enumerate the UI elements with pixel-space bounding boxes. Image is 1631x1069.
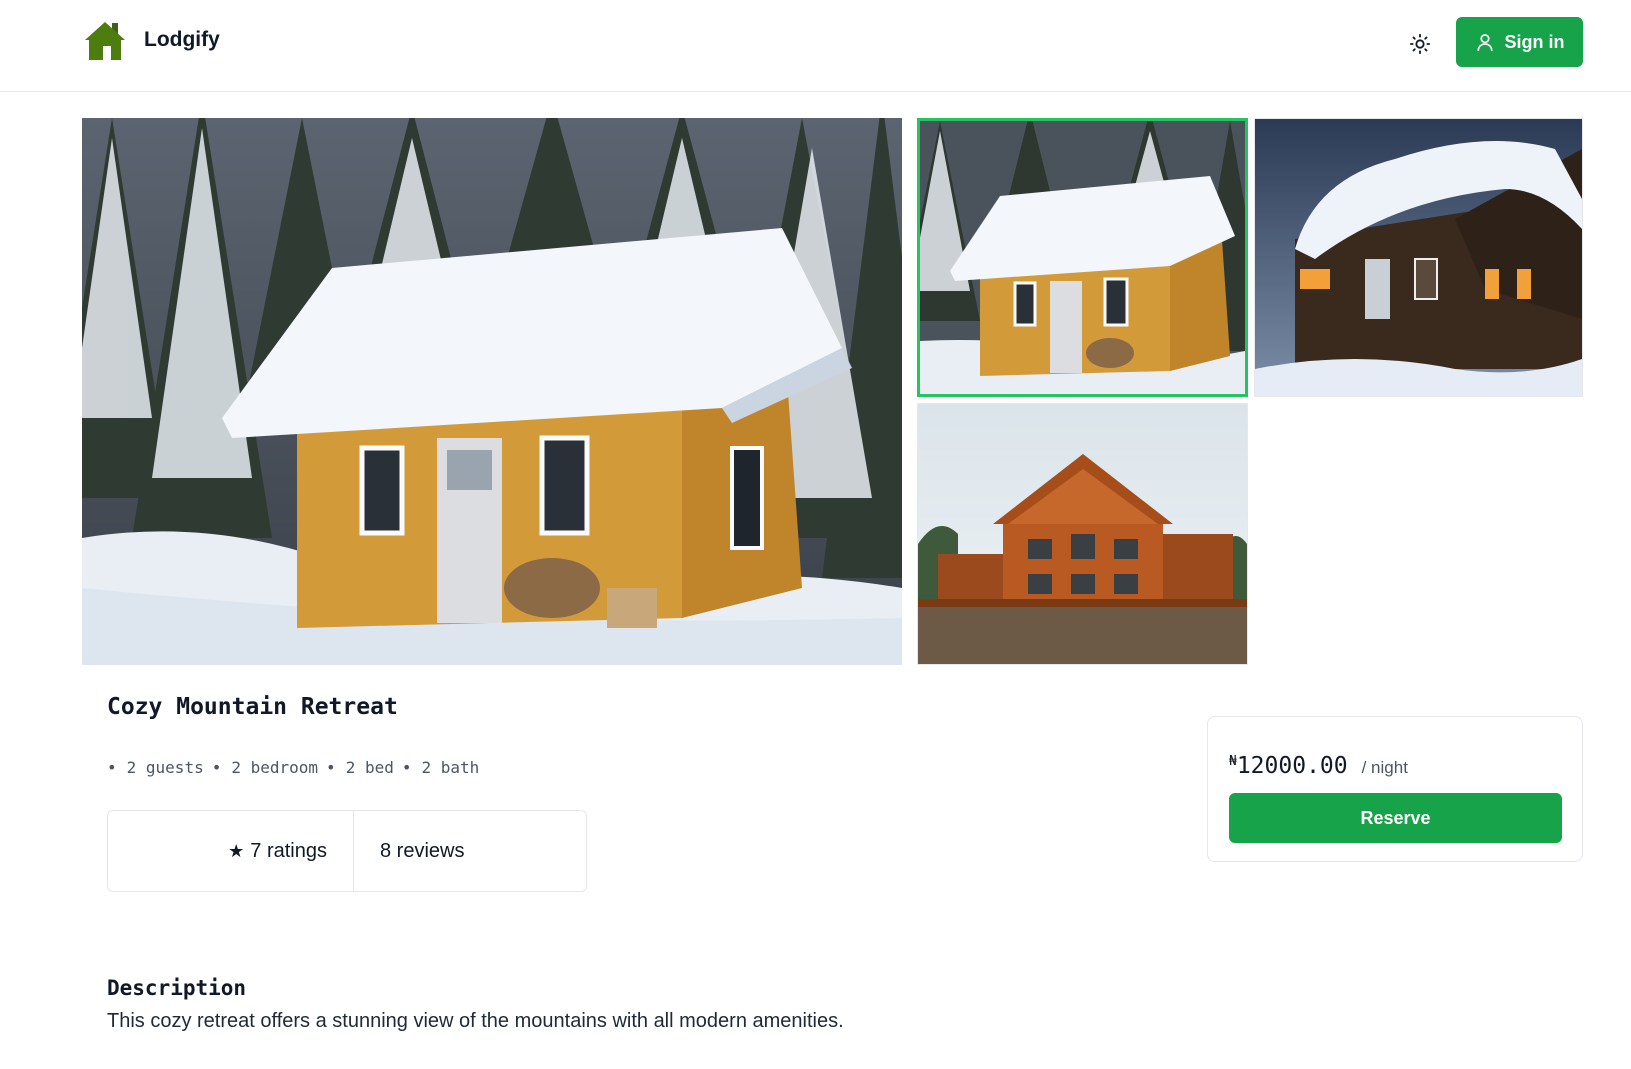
spec-guests: • 2 guests	[107, 758, 204, 777]
reserve-button[interactable]: Reserve	[1229, 793, 1562, 843]
nightly-price: 12000.00	[1236, 753, 1348, 779]
ratings-label: 7 ratings	[250, 839, 327, 862]
brand-name[interactable]: Lodgify	[144, 28, 220, 52]
thumbnail-snow-cabin[interactable]	[917, 118, 1248, 397]
sign-in-button[interactable]: Sign in	[1456, 17, 1583, 67]
currency-symbol: ₦	[1229, 754, 1237, 769]
reviews-stat[interactable]: 8 reviews	[354, 811, 464, 891]
user-icon	[1477, 34, 1492, 52]
ratings-stat[interactable]: ★ 7 ratings	[108, 811, 354, 891]
spec-bedrooms: • 2 bedroom	[211, 758, 319, 777]
description-text: This cozy retreat offers a stunning view…	[107, 1010, 844, 1032]
sun-icon	[1409, 33, 1431, 55]
per-night-label: / night	[1361, 758, 1408, 777]
booking-card: ₦ 12000.00 / night Reserve	[1207, 716, 1583, 862]
description-heading: Description	[107, 976, 247, 1000]
listing-title: Cozy Mountain Retreat	[107, 694, 398, 720]
ratings-reviews-box: ★ 7 ratings 8 reviews	[107, 810, 587, 892]
thumbnail-night-cabin[interactable]	[1254, 118, 1583, 397]
star-icon: ★	[228, 840, 245, 861]
top-navbar: Lodgify Sign in	[0, 0, 1631, 92]
spec-baths: • 2 bath	[401, 758, 480, 777]
spec-beds: • 2 bed	[326, 758, 394, 777]
main-listing-photo[interactable]	[82, 118, 902, 665]
theme-toggle-button[interactable]	[1402, 26, 1438, 62]
thumbnail-log-lodge[interactable]	[917, 403, 1248, 665]
price-row: ₦ 12000.00 / night	[1229, 753, 1408, 779]
listing-specs: • 2 guests • 2 bedroom • 2 bed • 2 bath	[107, 758, 479, 777]
house-logo-icon[interactable]	[84, 20, 126, 62]
reviews-label: 8 reviews	[380, 839, 465, 862]
sign-in-label: Sign in	[1504, 31, 1565, 52]
